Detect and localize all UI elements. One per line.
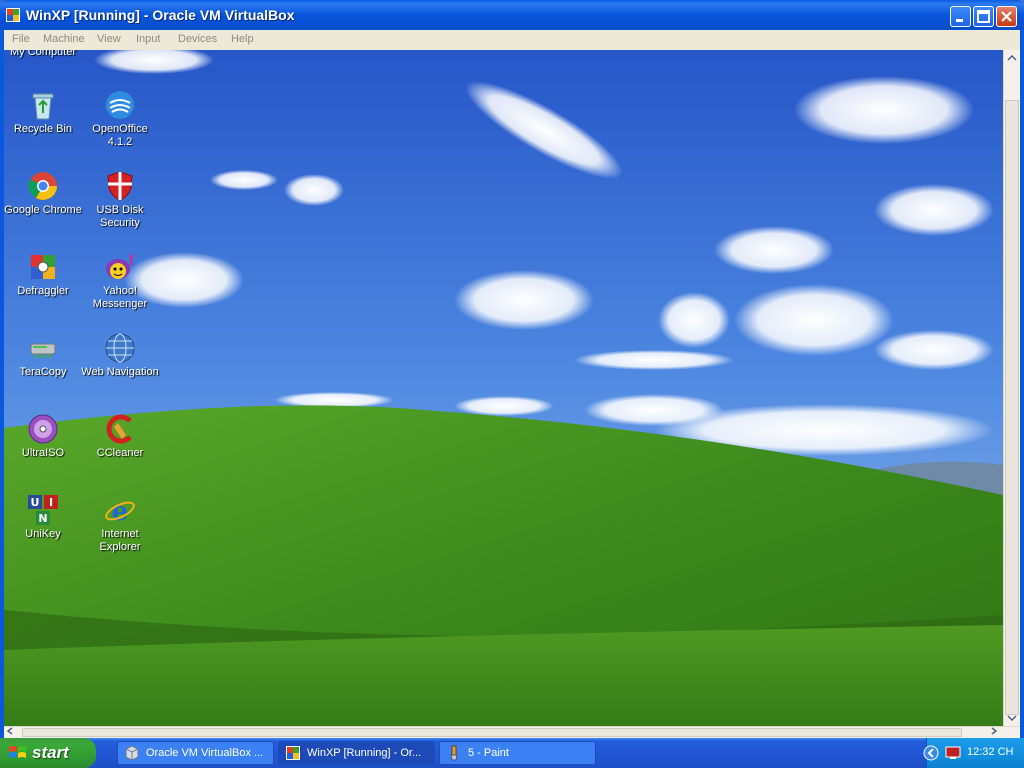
- taskbar: start Oracle VM VirtualBox ... WinXP [Ru…: [0, 738, 1024, 768]
- bliss-wallpaper: [4, 50, 1003, 726]
- svg-text:N: N: [38, 512, 47, 525]
- paint-icon: [450, 745, 458, 761]
- icon-label: Internet Explorer: [99, 528, 141, 553]
- close-button[interactable]: [996, 6, 1017, 27]
- internet-explorer-icon: e: [105, 497, 135, 526]
- svg-text:!: !: [128, 253, 134, 269]
- vertical-scrollbar[interactable]: [1003, 50, 1020, 726]
- window-title: WinXP [Running] - Oracle VM VirtualBox: [26, 7, 295, 23]
- window-frame-right: [1020, 30, 1024, 738]
- svg-text:e: e: [112, 497, 129, 526]
- icon-label: UltraISO: [21, 447, 65, 459]
- defraggler-icon: [31, 255, 55, 279]
- window-title-bar[interactable]: WinXP [Running] - Oracle VM VirtualBox: [0, 0, 1024, 30]
- minimize-icon: [956, 19, 963, 22]
- virtualbox-icon: [125, 745, 139, 761]
- tray-app-icon[interactable]: [945, 745, 961, 761]
- task-label: WinXP [Running] - Or...: [307, 747, 422, 759]
- unikey-icon: U I N: [28, 495, 58, 525]
- scroll-up-icon[interactable]: [1004, 50, 1020, 66]
- menu-devices[interactable]: Devices: [178, 33, 217, 45]
- taskbar-item-virtualbox-manager[interactable]: Oracle VM VirtualBox ...: [117, 741, 274, 765]
- icon-label: OpenOffice 4.1.2: [92, 123, 148, 148]
- virtualbox-app-icon: [6, 8, 20, 22]
- my-computer-label[interactable]: My Computer: [10, 50, 76, 58]
- windows-flag-icon: [9, 746, 26, 758]
- svg-text:I: I: [49, 496, 53, 509]
- maximize-button[interactable]: [973, 6, 994, 27]
- menu-input[interactable]: Input: [136, 33, 160, 45]
- usb-disk-security-icon: [107, 171, 133, 201]
- minimize-button[interactable]: [950, 6, 971, 27]
- menu-view[interactable]: View: [97, 33, 121, 45]
- start-button[interactable]: start: [0, 738, 96, 768]
- system-tray: 12:32 CH: [923, 738, 1024, 768]
- guest-desktop[interactable]: My Computer Recycle Bin OpenOffice 4.1.2…: [4, 50, 1003, 726]
- icon-label: USB Disk Security: [96, 204, 144, 229]
- virtualbox-vm-icon: [286, 746, 300, 760]
- taskbar-item-winxp-running[interactable]: WinXP [Running] - Or...: [278, 741, 435, 765]
- scroll-down-icon[interactable]: [1004, 710, 1020, 726]
- icon-label: Yahoo! Messenger: [92, 285, 148, 310]
- menu-help[interactable]: Help: [231, 33, 254, 45]
- ccleaner-icon: [106, 414, 132, 444]
- icon-label: UniKey: [25, 528, 61, 540]
- menu-file[interactable]: File: [12, 33, 30, 45]
- icon-label: CCleaner: [96, 447, 144, 459]
- icon-label: Recycle Bin: [13, 123, 73, 135]
- recycle-bin-icon: [32, 93, 54, 120]
- yahoo-messenger-icon: !: [106, 253, 134, 279]
- icon-label: Web Navigation: [81, 366, 159, 378]
- icon-label: TeraCopy: [19, 366, 67, 378]
- icon-label: Defraggler: [17, 285, 69, 297]
- menu-bar: File Machine View Input Devices Help: [4, 30, 1020, 51]
- show-hidden-icons-icon[interactable]: [923, 745, 939, 761]
- maximize-icon: [977, 10, 990, 23]
- task-label: Oracle VM VirtualBox ...: [146, 747, 264, 759]
- ultraiso-icon: [28, 414, 58, 444]
- openoffice-icon: [106, 91, 134, 119]
- hscroll-thumb[interactable]: [22, 728, 962, 737]
- scroll-thumb[interactable]: [1005, 100, 1019, 715]
- icon-label: Google Chrome: [4, 204, 82, 216]
- web-navigation-icon: [105, 333, 135, 363]
- menu-machine[interactable]: Machine: [43, 33, 85, 45]
- teracopy-icon: [30, 343, 56, 359]
- taskbar-item-paint[interactable]: 5 - Paint: [439, 741, 596, 765]
- svg-text:U: U: [31, 496, 40, 509]
- horizontal-scrollbar[interactable]: [4, 726, 1020, 738]
- task-label: 5 - Paint: [468, 747, 509, 759]
- start-label: start: [32, 743, 69, 762]
- clock[interactable]: 12:32 CH: [967, 746, 1013, 758]
- close-icon: [1001, 11, 1012, 22]
- chrome-icon: [28, 172, 57, 200]
